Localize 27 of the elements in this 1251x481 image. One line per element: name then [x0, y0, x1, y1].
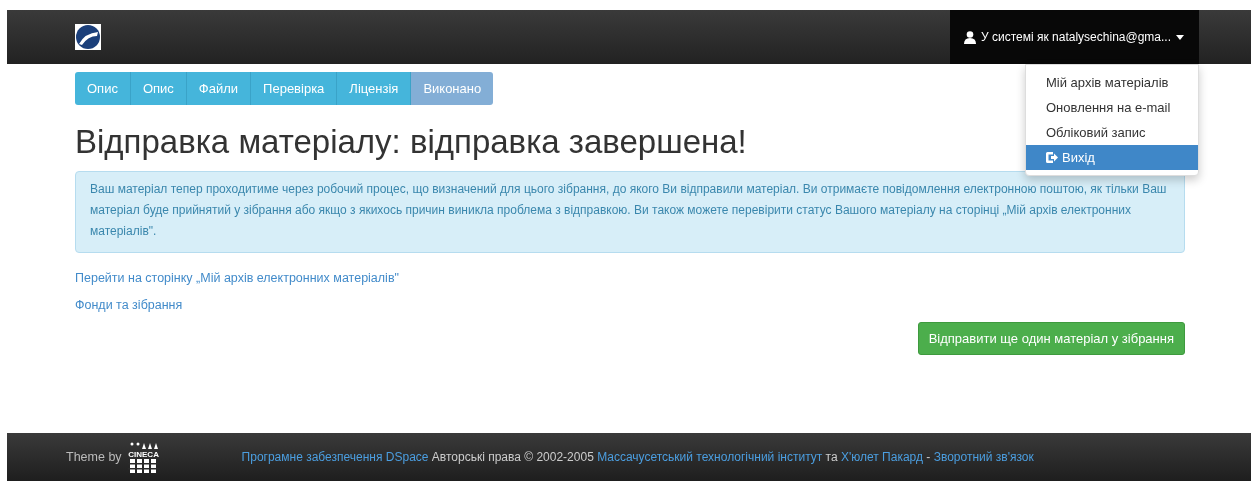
caret-icon	[1176, 34, 1184, 40]
cineca-logo[interactable]: CINECA	[125, 441, 162, 473]
page-link[interactable]: Перейти на сторінку „Мій архів електронних матеріалів"	[75, 271, 399, 285]
progress-step[interactable]: Файли	[186, 72, 252, 105]
menu-item[interactable]: Мій архів матеріалів	[1026, 70, 1198, 95]
logo-icon[interactable]	[75, 24, 101, 50]
footer-copyright: Програмне забезпечення DSpace Авторські права © 2002-2005 Массачусетський технологічний інститут та Х'юлет Пакард - Зворотний зв'язок	[241, 450, 1034, 464]
progress-step[interactable]: Опис	[75, 72, 131, 105]
footer-link[interactable]: Програмне забезпечення DSpace	[241, 450, 429, 464]
menu-item[interactable]: Оновлення на e-mail	[1026, 95, 1198, 120]
progress-step[interactable]: Ліцензія	[337, 72, 412, 105]
footer-link[interactable]: Зворотний зв'язок	[933, 450, 1034, 464]
progress-step[interactable]: Виконано	[411, 72, 494, 105]
info-message: Ваш матеріал тепер проходитиме через робочий процес, що визначений для цього зібрання, до якого Ви відправили матеріал. Ви отримаєте повідомлення електронною поштою, як тільки Ваш матеріал буде прийнятий у зібрання або якщо з якихось причин виникла проблема з відправкою. Ви також можете перевірити статус Вашого матеріалу на сторінці „Мій архів електронних матеріалів".	[75, 171, 1185, 253]
page-heading: Відправка матеріалу: відправка завершена!	[75, 123, 747, 161]
footer-link[interactable]: Массачусетський технологічний інститут	[597, 450, 823, 464]
footer-link[interactable]: Х'юлет Пакард	[840, 450, 923, 464]
user-icon	[964, 30, 977, 44]
logout-icon	[1046, 152, 1058, 163]
theme-credit: Theme by	[66, 450, 122, 464]
page-link[interactable]: Фонди та зібрання	[75, 298, 183, 312]
menu-item[interactable]: Обліковий запис	[1026, 120, 1198, 145]
user-menu-button[interactable]: У системі як natalysechina@gma...	[950, 10, 1199, 64]
menu-item[interactable]: Вихід	[1026, 145, 1198, 170]
progress-step[interactable]: Опис	[130, 72, 187, 105]
submit-another-button[interactable]: Відправити ще один матеріал у зібрання	[917, 322, 1185, 355]
progress-step[interactable]: Перевірка	[251, 72, 338, 105]
